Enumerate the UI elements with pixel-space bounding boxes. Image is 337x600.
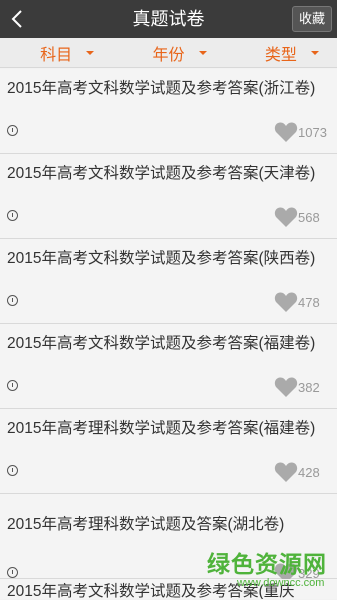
filter-label: 年份 bbox=[152, 46, 185, 64]
list-item[interactable]: 2015年高考理科数学试题及参考答案(福建卷) 428 bbox=[0, 409, 337, 494]
like-count: 1073 bbox=[298, 125, 327, 140]
heart-icon[interactable] bbox=[274, 291, 298, 313]
item-title: 2015年高考理科数学试题及参考答案(福建卷) bbox=[7, 420, 316, 437]
like-count: 478 bbox=[298, 295, 320, 310]
filter-year[interactable]: 年份 bbox=[112, 38, 224, 67]
list-item[interactable]: 2015年高考文科数学试题及参考答案(陕西卷) 478 bbox=[0, 239, 337, 324]
item-title: 2015年高考理科数学试题及答案(湖北卷) bbox=[7, 516, 285, 533]
heart-icon[interactable] bbox=[274, 376, 298, 398]
list-item[interactable]: 2015年高考文科数学试题及参考答案(福建卷) 382 bbox=[0, 324, 337, 409]
watermark: 绿色资源网 www.downcc.com bbox=[200, 545, 337, 600]
watermark-url: www.downcc.com bbox=[237, 577, 325, 589]
item-title: 2015年高考文科数学试题及参考答案(陕西卷) bbox=[7, 250, 316, 267]
like-count: 568 bbox=[298, 210, 320, 225]
watermark-text: 绿色资源网 bbox=[207, 551, 327, 577]
heart-icon[interactable] bbox=[274, 121, 298, 143]
caret-down-icon bbox=[198, 51, 207, 55]
list-item[interactable]: 2015年高考文科数学试题及参考答案(天津卷) 568 bbox=[0, 154, 337, 239]
clock-icon bbox=[7, 567, 18, 578]
clock-icon bbox=[7, 295, 18, 306]
heart-icon[interactable] bbox=[274, 206, 298, 228]
caret-down-icon bbox=[310, 51, 319, 55]
filter-type[interactable]: 类型 bbox=[225, 38, 337, 67]
clock-icon bbox=[7, 465, 18, 476]
like-count: 428 bbox=[298, 465, 320, 480]
like-count: 382 bbox=[298, 380, 320, 395]
caret-down-icon bbox=[86, 51, 95, 55]
top-bar: 真题试卷 收藏 bbox=[0, 0, 337, 38]
collect-button[interactable]: 收藏 bbox=[292, 6, 332, 32]
clock-icon bbox=[7, 125, 18, 136]
page-title: 真题试卷 bbox=[132, 9, 205, 29]
exam-list: 2015年高考文科数学试题及参考答案(浙江卷) 1073 2015年高考文科数学… bbox=[0, 69, 337, 599]
filter-label: 类型 bbox=[264, 46, 297, 64]
filter-subject[interactable]: 科目 bbox=[0, 38, 112, 67]
clock-icon bbox=[7, 210, 18, 221]
item-title: 2015年高考文科数学试题及参考答案(天津卷) bbox=[7, 165, 316, 182]
filter-bar: 科目 年份 类型 bbox=[0, 38, 337, 68]
item-title: 2015年高考文科数学试题及参考答案(福建卷) bbox=[7, 335, 316, 352]
list-item[interactable]: 2015年高考文科数学试题及参考答案(浙江卷) 1073 bbox=[0, 69, 337, 154]
clock-icon bbox=[7, 380, 18, 391]
item-title: 2015年高考文科数学试题及参考答案(浙江卷) bbox=[7, 80, 316, 97]
filter-label: 科目 bbox=[40, 46, 73, 64]
heart-icon[interactable] bbox=[274, 461, 298, 483]
